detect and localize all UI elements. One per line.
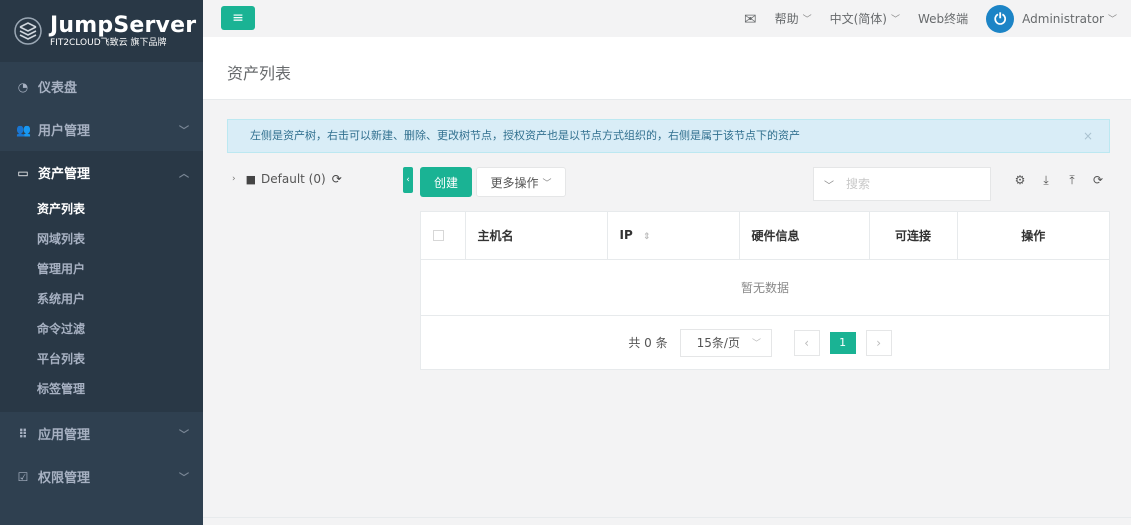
sidebar-item-users[interactable]: 👥 用户管理 ﹀ [0, 108, 203, 151]
edit-icon: ☑ [17, 469, 29, 484]
alert-text: 左侧是资产树，右击可以新建、删除、更改树节点，授权资产也是以节点方式组织的，右侧… [250, 129, 800, 142]
chevron-down-icon: ﹀ [1107, 15, 1117, 25]
users-icon: 👥 [16, 122, 31, 137]
select-all-cell [421, 212, 466, 260]
brand-title: JumpServer [50, 13, 197, 38]
sidebar-item-label: 权限管理 [38, 471, 91, 486]
upload-icon[interactable]: ⤒ [1059, 173, 1085, 188]
gear-icon[interactable]: ⚙ [1007, 173, 1033, 188]
page-size-select[interactable]: 15条/页 ﹀ [679, 328, 772, 357]
chevron-down-icon: ﹀ [751, 339, 761, 349]
tree-node-default[interactable]: Default (0) [261, 172, 326, 186]
close-icon[interactable]: × [1083, 120, 1093, 152]
page-heading: 资产列表 [203, 37, 1131, 100]
jumpserver-logo-icon [14, 17, 42, 45]
create-button[interactable]: 创建 [420, 167, 472, 197]
user-name: Administrator [1022, 11, 1104, 26]
mail-icon[interactable]: ✉ [744, 10, 757, 28]
pagination: 共 0 条 15条/页 ﹀ ‹ 1 › [421, 316, 1109, 370]
submenu-item-command-filter[interactable]: 命令过滤 [0, 314, 203, 344]
page-button-current[interactable]: 1 [829, 331, 856, 354]
refresh-icon[interactable]: ⟳ [1085, 173, 1111, 188]
grid-icon: ⠿ [18, 426, 28, 441]
chevron-down-icon: ﹀ [179, 473, 189, 484]
collapse-tree-button[interactable]: ‹ [403, 167, 413, 193]
submenu-item-asset-list[interactable]: 资产列表 [0, 194, 203, 224]
sidebar-item-label: 仪表盘 [38, 81, 78, 96]
help-menu[interactable]: 帮助 ﹀ [775, 10, 812, 27]
chevron-left-icon: ‹ [804, 335, 810, 350]
col-connectivity: 可连接 [869, 212, 958, 260]
page-title: 资产列表 [227, 64, 292, 83]
chevron-left-icon: ‹ [406, 175, 410, 185]
sidebar-item-label: 应用管理 [38, 428, 91, 443]
submenu-item-platform-list[interactable]: 平台列表 [0, 344, 203, 374]
total-count: 共 0 条 [628, 336, 668, 350]
sidebar-item-assets[interactable]: ▭ 资产管理 ︿ [0, 151, 203, 194]
user-menu[interactable]: ⏻ Administrator ﹀ [986, 4, 1117, 33]
table-header-row: 主机名 IP ⇕ 硬件信息 可连接 操作 [421, 212, 1109, 260]
brand-logo[interactable]: JumpServer FIT2CLOUD飞致云 旗下品牌 [0, 0, 203, 62]
sidebar-item-permissions[interactable]: ☑ 权限管理 ﹀ [0, 455, 203, 498]
topbar: ≡ ✉ 帮助 ﹀ 中文(简体) ﹀ Web终端 ⏻ Administrator … [203, 0, 1131, 37]
table-tools: ⚙ ⤓ ⤒ ⟳ [1007, 173, 1111, 188]
chevron-up-icon: ︿ [179, 169, 189, 180]
table-row: 暂无数据 [421, 259, 1109, 316]
help-label: 帮助 [774, 12, 799, 26]
brand-subtitle: FIT2CLOUD飞致云 旗下品牌 [50, 38, 167, 48]
next-page-button[interactable]: › [865, 329, 892, 356]
submenu-item-system-user[interactable]: 系统用户 [0, 284, 203, 314]
sort-icon[interactable]: ⇕ [643, 232, 651, 242]
avatar: ⏻ [986, 4, 1015, 33]
sidebar: JumpServer FIT2CLOUD飞致云 旗下品牌 ◔ 仪表盘 👥 用户管… [0, 0, 203, 525]
search-box: ﹀ [813, 167, 991, 201]
language-label: 中文(简体) [829, 12, 887, 26]
submenu-item-admin-user[interactable]: 管理用户 [0, 254, 203, 284]
chevron-right-icon[interactable]: › [232, 174, 236, 184]
submenu-item-label-manage[interactable]: 标签管理 [0, 374, 203, 404]
more-actions-button[interactable]: 更多操作 ﹀ [476, 167, 566, 197]
col-hostname[interactable]: 主机名 [465, 212, 608, 260]
select-all-checkbox[interactable] [433, 230, 444, 242]
sidebar-item-dashboard[interactable]: ◔ 仪表盘 [0, 65, 203, 108]
col-hardware: 硬件信息 [739, 212, 870, 260]
sidebar-item-label: 用户管理 [38, 124, 91, 139]
download-icon[interactable]: ⤓ [1033, 173, 1059, 188]
col-actions: 操作 [957, 212, 1109, 260]
col-ip[interactable]: IP ⇕ [607, 212, 740, 260]
asset-tree: › ■ Default (0) ⟳ [232, 172, 342, 186]
footer-divider [203, 517, 1131, 518]
dashboard-icon: ◔ [17, 79, 29, 94]
chevron-down-icon: ﹀ [542, 178, 552, 189]
inbox-icon: ▭ [17, 165, 29, 180]
chevron-down-icon: ﹀ [179, 126, 189, 137]
assets-submenu: 资产列表 网域列表 管理用户 系统用户 命令过滤 平台列表 标签管理 [0, 194, 203, 412]
asset-table: 主机名 IP ⇕ 硬件信息 可连接 操作 暂无数据 共 0 条 15条/页 ﹀ … [420, 211, 1110, 370]
refresh-icon[interactable]: ⟳ [332, 172, 342, 186]
info-alert: 左侧是资产树，右击可以新建、删除、更改树节点，授权资产也是以节点方式组织的，右侧… [227, 119, 1110, 153]
language-menu[interactable]: 中文(简体) ﹀ [830, 10, 900, 27]
folder-icon: ■ [245, 172, 257, 186]
col-ip-label: IP [619, 228, 633, 243]
empty-text: 暂无数据 [421, 259, 1109, 316]
submenu-item-domain-list[interactable]: 网域列表 [0, 224, 203, 254]
search-input[interactable] [846, 177, 966, 191]
sidebar-item-label: 资产管理 [38, 167, 91, 182]
chevron-right-icon: › [876, 335, 882, 350]
chevron-down-icon[interactable]: ﹀ [824, 177, 834, 192]
web-terminal-link[interactable]: Web终端 [918, 10, 968, 27]
menu-toggle-button[interactable]: ≡ [221, 6, 255, 30]
chevron-down-icon: ﹀ [179, 430, 189, 441]
more-actions-label: 更多操作 [490, 175, 539, 190]
page-size-value: 15条/页 [696, 336, 740, 350]
chevron-down-icon: ﹀ [890, 15, 900, 25]
prev-page-button[interactable]: ‹ [793, 329, 820, 356]
sidebar-item-applications[interactable]: ⠿ 应用管理 ﹀ [0, 412, 203, 455]
hamburger-icon: ≡ [232, 10, 244, 26]
chevron-down-icon: ﹀ [802, 15, 812, 25]
